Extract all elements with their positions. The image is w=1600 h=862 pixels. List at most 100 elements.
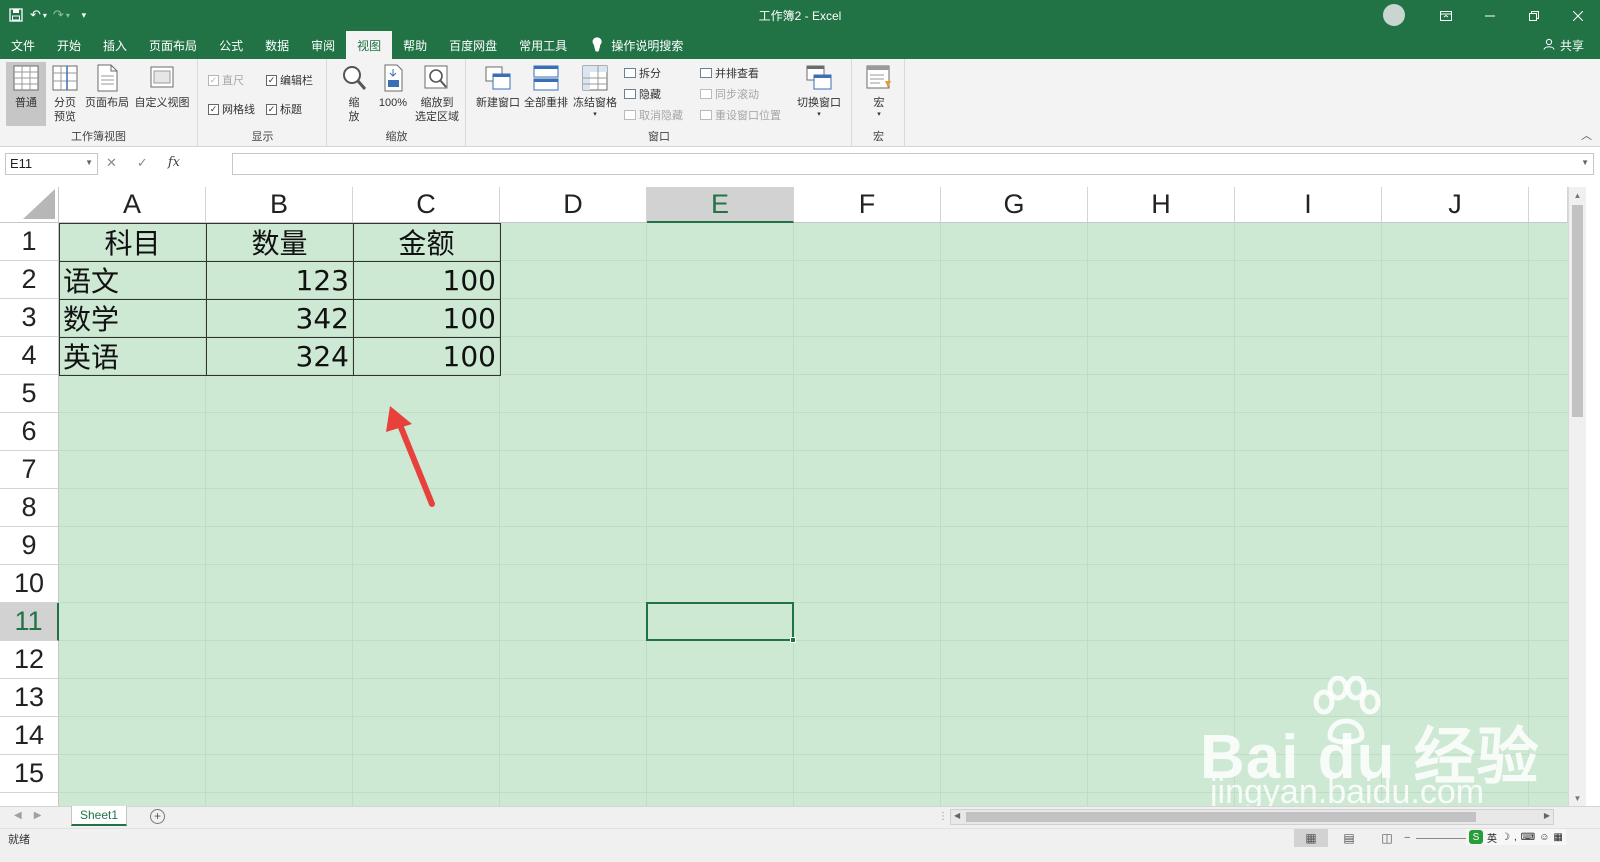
- customize-icon[interactable]: ▾: [76, 5, 92, 25]
- selected-cell[interactable]: [646, 602, 796, 643]
- column-header-c[interactable]: C: [353, 187, 500, 223]
- normal-view-icon[interactable]: ▦: [1294, 829, 1328, 847]
- tab-split-handle-icon[interactable]: ⋮: [938, 811, 948, 822]
- normal-view-button[interactable]: 普通: [6, 62, 46, 126]
- close-icon[interactable]: [1556, 0, 1600, 31]
- side-by-side-button[interactable]: 并排查看: [700, 65, 759, 81]
- name-box[interactable]: E11 ▼: [5, 153, 98, 175]
- tab-5[interactable]: 数据: [254, 31, 300, 59]
- gridlines-checkbox[interactable]: ✓ 网格线: [208, 101, 255, 117]
- redo-icon[interactable]: ↷ ▾: [53, 5, 70, 25]
- tab-10[interactable]: 常用工具: [508, 31, 578, 59]
- cell-c1[interactable]: 金额: [353, 223, 500, 261]
- sync-scroll-button[interactable]: 同步滚动: [700, 86, 759, 102]
- plus-circle-icon[interactable]: +: [150, 809, 165, 824]
- cell-b3[interactable]: 342: [206, 299, 353, 337]
- cell-a4[interactable]: 英语: [59, 337, 206, 375]
- column-header-b[interactable]: B: [206, 187, 353, 223]
- zoom-to-selection-button[interactable]: 缩放到 选定区域: [412, 64, 462, 124]
- row-header-1[interactable]: 1: [0, 223, 59, 261]
- insert-function-icon[interactable]: fx: [168, 155, 180, 171]
- freeze-panes-button[interactable]: 冻结窗格 ▾: [571, 64, 619, 119]
- tell-me-search[interactable]: 💡 操作说明搜索: [578, 31, 694, 59]
- sheet-tab[interactable]: Sheet1: [71, 806, 127, 826]
- tab-6[interactable]: 审阅: [300, 31, 346, 59]
- next-sheet-icon[interactable]: ▶: [34, 810, 42, 821]
- column-header-f[interactable]: F: [794, 187, 941, 223]
- new-window-button[interactable]: 新建窗口: [475, 64, 521, 110]
- column-header-a[interactable]: A: [59, 187, 206, 223]
- row-header-9[interactable]: 9: [0, 527, 59, 565]
- prev-sheet-icon[interactable]: ◀: [14, 810, 22, 821]
- avatar[interactable]: [1383, 4, 1405, 26]
- scroll-down-icon[interactable]: ▼: [1569, 790, 1586, 806]
- row-header-4[interactable]: 4: [0, 337, 59, 375]
- reset-position-button[interactable]: 重设窗口位置: [700, 107, 781, 123]
- column-header-i[interactable]: I: [1235, 187, 1382, 223]
- page-layout-view-icon[interactable]: ▤: [1332, 829, 1366, 847]
- minimize-icon[interactable]: [1468, 0, 1512, 31]
- row-header-11[interactable]: 11: [0, 603, 59, 641]
- cell-c2[interactable]: 100: [353, 261, 500, 299]
- page-layout-button[interactable]: 页面布局: [84, 64, 130, 110]
- tab-9[interactable]: 百度网盘: [438, 31, 508, 59]
- zoom-out-icon[interactable]: −: [1404, 832, 1410, 844]
- restore-icon[interactable]: [1512, 0, 1556, 31]
- column-header-d[interactable]: D: [500, 187, 647, 223]
- tab-3[interactable]: 页面布局: [138, 31, 208, 59]
- scroll-left-icon[interactable]: ◀: [954, 811, 960, 820]
- custom-views-button[interactable]: 自定义视图: [132, 64, 192, 110]
- ribbon-display-icon[interactable]: [1424, 0, 1468, 31]
- horizontal-scrollbar[interactable]: ◀ ▶: [950, 809, 1554, 825]
- scroll-thumb[interactable]: [1572, 205, 1583, 417]
- cancel-icon[interactable]: ✕: [106, 155, 117, 171]
- column-header-e[interactable]: E: [647, 187, 794, 223]
- headings-checkbox[interactable]: ✓ 标题: [266, 101, 302, 117]
- row-header-8[interactable]: 8: [0, 489, 59, 527]
- scroll-right-icon[interactable]: ▶: [1544, 811, 1550, 820]
- zoom-100-button[interactable]: 100%: [373, 64, 413, 110]
- cell-a3[interactable]: 数学: [59, 299, 206, 337]
- split-button[interactable]: 拆分: [624, 65, 661, 81]
- worksheet-grid[interactable]: A B C D E F G H I J 1 2 3 4 5 6 7 8 9 10 11 12 13 14 15 科目 数量 金额 语文 1…: [0, 187, 1568, 806]
- switch-windows-button[interactable]: 切换窗口 ▾: [793, 64, 845, 119]
- select-all-corner[interactable]: [0, 187, 59, 223]
- row-header-15[interactable]: 15: [0, 755, 59, 793]
- tab-2[interactable]: 插入: [92, 31, 138, 59]
- cell-b2[interactable]: 123: [206, 261, 353, 299]
- row-header-12[interactable]: 12: [0, 641, 59, 679]
- row-header-7[interactable]: 7: [0, 451, 59, 489]
- row-header-13[interactable]: 13: [0, 679, 59, 717]
- zoom-button[interactable]: 缩 放: [338, 64, 370, 124]
- row-header-2[interactable]: 2: [0, 261, 59, 299]
- row-header-6[interactable]: 6: [0, 413, 59, 451]
- row-header-5[interactable]: 5: [0, 375, 59, 413]
- hide-button[interactable]: 隐藏: [624, 86, 661, 102]
- chevron-down-icon[interactable]: ▼: [85, 158, 93, 167]
- save-icon[interactable]: [8, 5, 24, 25]
- macros-button[interactable]: 宏 ▾: [861, 64, 897, 119]
- column-header-partial[interactable]: [1529, 187, 1568, 223]
- hscroll-thumb[interactable]: [966, 812, 1476, 822]
- share-button[interactable]: 共享: [1543, 37, 1584, 54]
- arrange-all-button[interactable]: 全部重排: [523, 64, 569, 110]
- ruler-checkbox[interactable]: ✓ 直尺: [208, 72, 244, 88]
- page-break-preview-button[interactable]: 分页 预览: [48, 64, 82, 124]
- fill-handle[interactable]: [790, 637, 796, 643]
- row-header-partial[interactable]: [0, 793, 59, 806]
- scroll-up-icon[interactable]: ▲: [1569, 187, 1586, 203]
- page-break-view-icon[interactable]: ◫: [1370, 829, 1404, 847]
- tab-4[interactable]: 公式: [208, 31, 254, 59]
- enter-icon[interactable]: ✓: [137, 155, 148, 171]
- unhide-button[interactable]: 取消隐藏: [624, 107, 683, 123]
- formula-input[interactable]: ▼: [232, 153, 1594, 175]
- cell-c3[interactable]: 100: [353, 299, 500, 337]
- tab-0[interactable]: 文件: [0, 31, 46, 59]
- cell-b1[interactable]: 数量: [206, 223, 353, 261]
- cell-b4[interactable]: 324: [206, 337, 353, 375]
- column-header-g[interactable]: G: [941, 187, 1088, 223]
- ime-toolbar[interactable]: S 英 ☽ , ⌨ ☺ ▦: [1466, 829, 1566, 845]
- undo-icon[interactable]: ↶ ▾: [30, 5, 47, 25]
- row-header-14[interactable]: 14: [0, 717, 59, 755]
- cell-c4[interactable]: 100: [353, 337, 500, 375]
